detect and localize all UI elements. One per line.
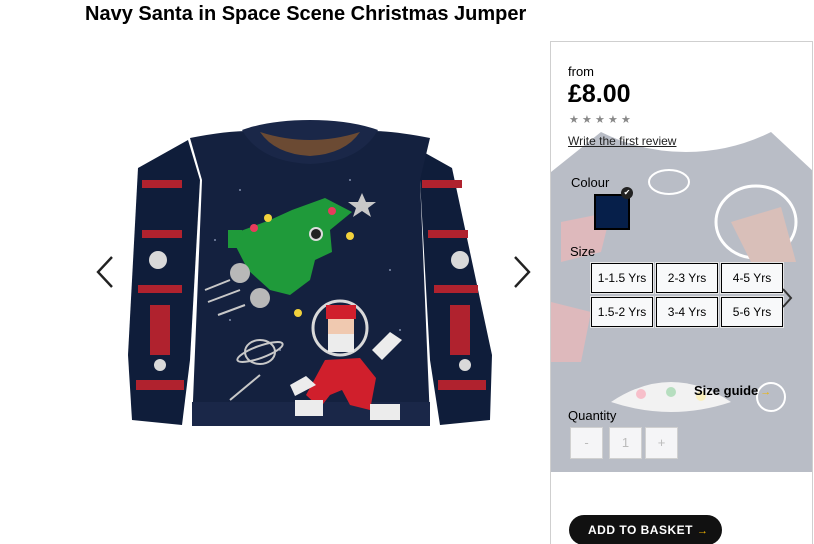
size-option[interactable]: 1.5-2 Yrs	[591, 297, 653, 327]
add-to-basket-button[interactable]: ADD TO BASKET →	[569, 515, 722, 544]
colour-label: Colour	[571, 175, 610, 190]
quantity-increase-button[interactable]: +	[645, 427, 678, 459]
quantity-decrease-button[interactable]: -	[570, 427, 603, 459]
star-icon: ★	[621, 113, 631, 126]
product-image	[120, 120, 500, 450]
star-icon: ★	[595, 113, 605, 126]
size-guide-link[interactable]: Size guide →	[694, 383, 771, 398]
star-icon: ★	[582, 113, 592, 126]
quantity-label: Quantity	[568, 408, 617, 423]
size-option[interactable]: 4-5 Yrs	[721, 263, 783, 293]
star-icon: ★	[569, 113, 579, 126]
size-option[interactable]: 5-6 Yrs	[721, 297, 783, 327]
write-review-link[interactable]: Write the first review	[568, 134, 676, 148]
price-prefix: from	[568, 64, 594, 79]
add-to-basket-label: ADD TO BASKET	[588, 523, 693, 537]
size-guide-label: Size guide	[694, 383, 759, 398]
size-option[interactable]: 1-1.5 Yrs	[591, 263, 653, 293]
page-title: Navy Santa in Space Scene Christmas Jump…	[85, 3, 527, 25]
size-label: Size	[570, 244, 596, 259]
product-price: £8.00	[568, 80, 631, 108]
arrow-right-icon: →	[760, 386, 772, 398]
product-panel: from £8.00 ★ ★ ★ ★ ★ Write the first rev…	[550, 41, 813, 544]
size-next-chevron-icon[interactable]	[780, 287, 794, 309]
chevron-left-icon[interactable]	[95, 255, 115, 289]
size-option[interactable]: 2-3 Yrs	[656, 263, 718, 293]
colour-swatch-navy[interactable]	[594, 194, 630, 230]
arrow-right-icon: →	[696, 525, 709, 537]
check-icon: ✔	[621, 187, 633, 199]
rating-stars: ★ ★ ★ ★ ★	[569, 113, 631, 126]
size-option[interactable]: 3-4 Yrs	[656, 297, 718, 327]
quantity-input[interactable]: 1	[609, 427, 642, 459]
star-icon: ★	[608, 113, 618, 126]
chevron-right-icon[interactable]	[512, 255, 532, 289]
